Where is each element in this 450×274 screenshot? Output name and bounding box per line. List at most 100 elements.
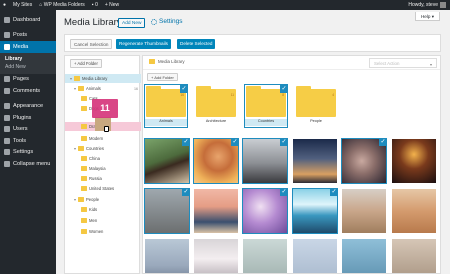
menu-item-posts[interactable]: Posts xyxy=(0,30,56,42)
media-thumbnail[interactable]: ✓ xyxy=(341,138,387,184)
folder-tree: + Add Folder Media Library Animals 16 Ca… xyxy=(64,55,141,274)
media-thumbnail[interactable] xyxy=(392,239,436,273)
user-account-menu[interactable]: Howdy, steve xyxy=(408,0,446,10)
folder-label: Architecture xyxy=(205,119,227,123)
folder-card-animals[interactable]: 16 Animals ✓ xyxy=(144,84,188,128)
folder-icon xyxy=(78,146,84,151)
menu-item-collapse[interactable]: Collapse menu xyxy=(0,158,56,170)
menu-item-plugins[interactable]: Plugins xyxy=(0,112,56,124)
tree-label: Malaysia xyxy=(89,166,106,171)
checkmark-icon[interactable]: ✓ xyxy=(180,85,188,93)
tree-label: United States xyxy=(89,186,115,191)
breadcrumb[interactable]: Media Library xyxy=(149,59,185,64)
checkmark-icon[interactable]: ✓ xyxy=(280,188,288,196)
folder-card-people[interactable]: 4 People xyxy=(295,85,337,127)
folder-card-architecture[interactable]: 11 Architecture xyxy=(195,85,237,127)
tree-label: Russia xyxy=(89,176,102,181)
checkmark-icon[interactable]: ✓ xyxy=(182,188,190,196)
media-thumbnail[interactable] xyxy=(392,189,436,233)
wrench-icon xyxy=(4,137,10,144)
site-name-link[interactable]: ⌂ WP Media Folders xyxy=(39,0,85,10)
menu-item-dashboard[interactable]: Dashboard xyxy=(0,14,56,26)
gear-icon xyxy=(151,18,157,25)
tree-item-china[interactable]: China xyxy=(65,154,141,163)
folder-icon xyxy=(81,186,87,191)
menu-item-users[interactable]: Users xyxy=(0,124,56,136)
media-thumbnail[interactable] xyxy=(145,239,189,273)
menu-label: Appearance xyxy=(13,103,44,110)
add-folder-button-main[interactable]: + Add Folder xyxy=(147,73,178,81)
page-title: Media Library xyxy=(64,17,122,28)
admin-bar: ● My Sites ⌂ WP Media Folders ▪ 0 + New Ho… xyxy=(0,0,450,10)
folder-card-countries[interactable]: 8 Countries ✓ xyxy=(244,84,288,128)
menu-label: Dashboard xyxy=(13,16,41,23)
checkmark-icon[interactable]: ✓ xyxy=(231,138,239,146)
checkmark-icon[interactable]: ✓ xyxy=(280,138,288,146)
checkmark-icon[interactable]: ✓ xyxy=(182,138,190,146)
checkmark-icon[interactable]: ✓ xyxy=(280,85,288,93)
media-thumbnail[interactable] xyxy=(293,239,337,273)
menu-item-appearance[interactable]: Appearance xyxy=(0,101,56,113)
menu-item-media[interactable]: Media xyxy=(0,41,56,53)
media-thumbnail[interactable] xyxy=(243,239,287,273)
comments-link[interactable]: ▪ 0 xyxy=(92,0,98,10)
media-thumbnail[interactable]: ✓ xyxy=(292,188,338,234)
users-icon xyxy=(4,126,10,133)
menu-item-tools[interactable]: Tools xyxy=(0,135,56,147)
tree-item-kids[interactable]: Kids xyxy=(65,205,141,214)
menu-item-comments[interactable]: Comments xyxy=(0,85,56,97)
media-thumbnail[interactable] xyxy=(342,189,386,233)
tree-item-men[interactable]: Men xyxy=(65,216,141,225)
menu-label: Media xyxy=(13,43,29,50)
media-thumbnail[interactable]: ✓ xyxy=(193,138,239,184)
media-thumbnail[interactable] xyxy=(293,139,337,183)
folder-icon xyxy=(246,89,286,117)
pages-icon xyxy=(4,76,10,83)
wp-logo-icon[interactable]: ● xyxy=(3,0,6,10)
menu-item-pages[interactable]: Pages xyxy=(0,74,56,86)
folder-icon xyxy=(78,86,84,91)
tree-item-media-library[interactable]: Media Library xyxy=(65,74,141,83)
tree-item-people[interactable]: People xyxy=(65,195,141,204)
dashboard-icon xyxy=(4,16,10,23)
folder-icon xyxy=(149,59,155,64)
media-thumbnail[interactable] xyxy=(342,239,386,273)
tree-item-malaysia[interactable]: Malaysia xyxy=(65,164,141,173)
new-content-label: + New xyxy=(104,2,120,8)
media-thumbnail[interactable] xyxy=(194,239,238,273)
help-tab[interactable]: Help ▾ xyxy=(414,12,440,21)
bulk-action-select[interactable]: Select Action ▾ xyxy=(369,58,437,68)
settings-link[interactable]: Settings xyxy=(151,18,183,25)
tree-item-modern[interactable]: Modern xyxy=(65,134,141,143)
avatar xyxy=(440,2,446,8)
tree-item-women[interactable]: Women xyxy=(65,227,141,236)
menu-item-settings[interactable]: Settings xyxy=(0,147,56,159)
checkmark-icon[interactable]: ✓ xyxy=(379,138,387,146)
add-folder-button[interactable]: + Add Folder xyxy=(70,59,102,68)
tree-label: Modern xyxy=(89,136,104,141)
media-thumbnail[interactable] xyxy=(194,189,238,233)
folder-count: 8 xyxy=(282,93,284,97)
new-content-link[interactable]: + New xyxy=(105,0,119,10)
my-sites-link[interactable]: My Sites xyxy=(13,0,32,10)
folder-icon xyxy=(81,106,87,111)
tree-item-countries[interactable]: Countries xyxy=(65,144,141,153)
add-new-button[interactable]: Add New xyxy=(118,18,146,28)
submenu-item-add-new[interactable]: Add New xyxy=(0,63,56,72)
media-thumbnail[interactable]: ✓ xyxy=(144,138,190,184)
tree-item-russia[interactable]: Russia xyxy=(65,174,141,183)
delete-selected-button[interactable]: Delete Selected xyxy=(177,39,216,49)
media-thumbnail[interactable]: ✓ xyxy=(242,138,288,184)
checkmark-icon[interactable]: ✓ xyxy=(330,188,338,196)
cancel-selection-button[interactable]: Cancel Selection xyxy=(70,39,113,49)
tree-item-united-states[interactable]: United States xyxy=(65,184,141,193)
regenerate-thumbnails-button[interactable]: Regenerate Thumbnails xyxy=(116,39,171,49)
media-icon xyxy=(4,43,10,50)
media-thumbnail[interactable] xyxy=(392,139,436,183)
media-thumbnail[interactable]: ✓ xyxy=(144,188,190,234)
media-thumbnail[interactable]: ✓ xyxy=(242,188,288,234)
tree-item-animals[interactable]: Animals 16 xyxy=(65,84,141,93)
menu-label: Plugins xyxy=(13,114,32,121)
chevron-down-icon xyxy=(74,87,76,90)
submenu-item-library[interactable]: Library xyxy=(0,55,56,64)
